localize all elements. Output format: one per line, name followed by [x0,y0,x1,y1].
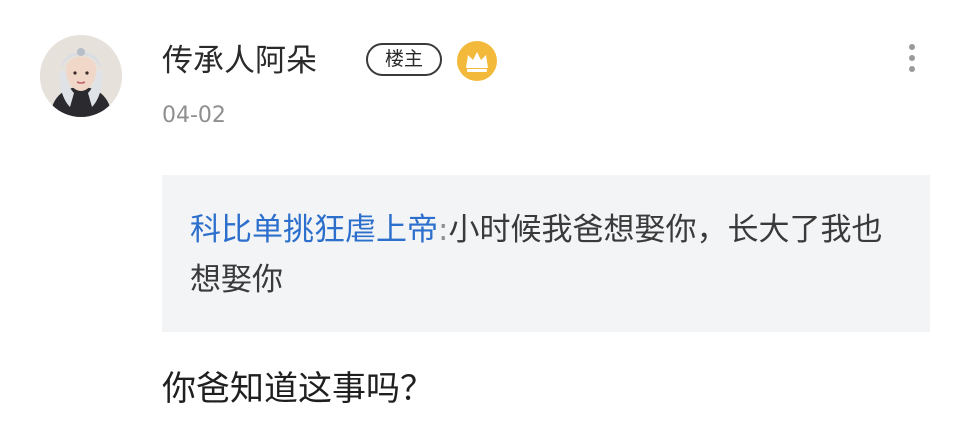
crown-icon [456,40,498,82]
avatar[interactable] [40,35,122,117]
avatar-image [40,35,122,117]
quote-separator: : [438,212,449,248]
reply-text: 你爸知道这事吗？ [162,369,434,409]
quoted-comment: 科比单挑狂虐上帝:小时候我爸想娶你，长大了我也想娶你 [162,175,930,332]
timestamp: 04-02 [162,103,226,128]
op-badge: 楼主 [366,43,442,76]
quote-text-line: 科比单挑狂虐上帝:小时候我爸想娶你，长大了我也想娶你 [190,205,902,305]
author-name[interactable]: 传承人阿朵 [162,40,317,82]
quote-author-link[interactable]: 科比单挑狂虐上帝 [190,212,438,248]
more-vertical-icon[interactable] [898,38,926,78]
